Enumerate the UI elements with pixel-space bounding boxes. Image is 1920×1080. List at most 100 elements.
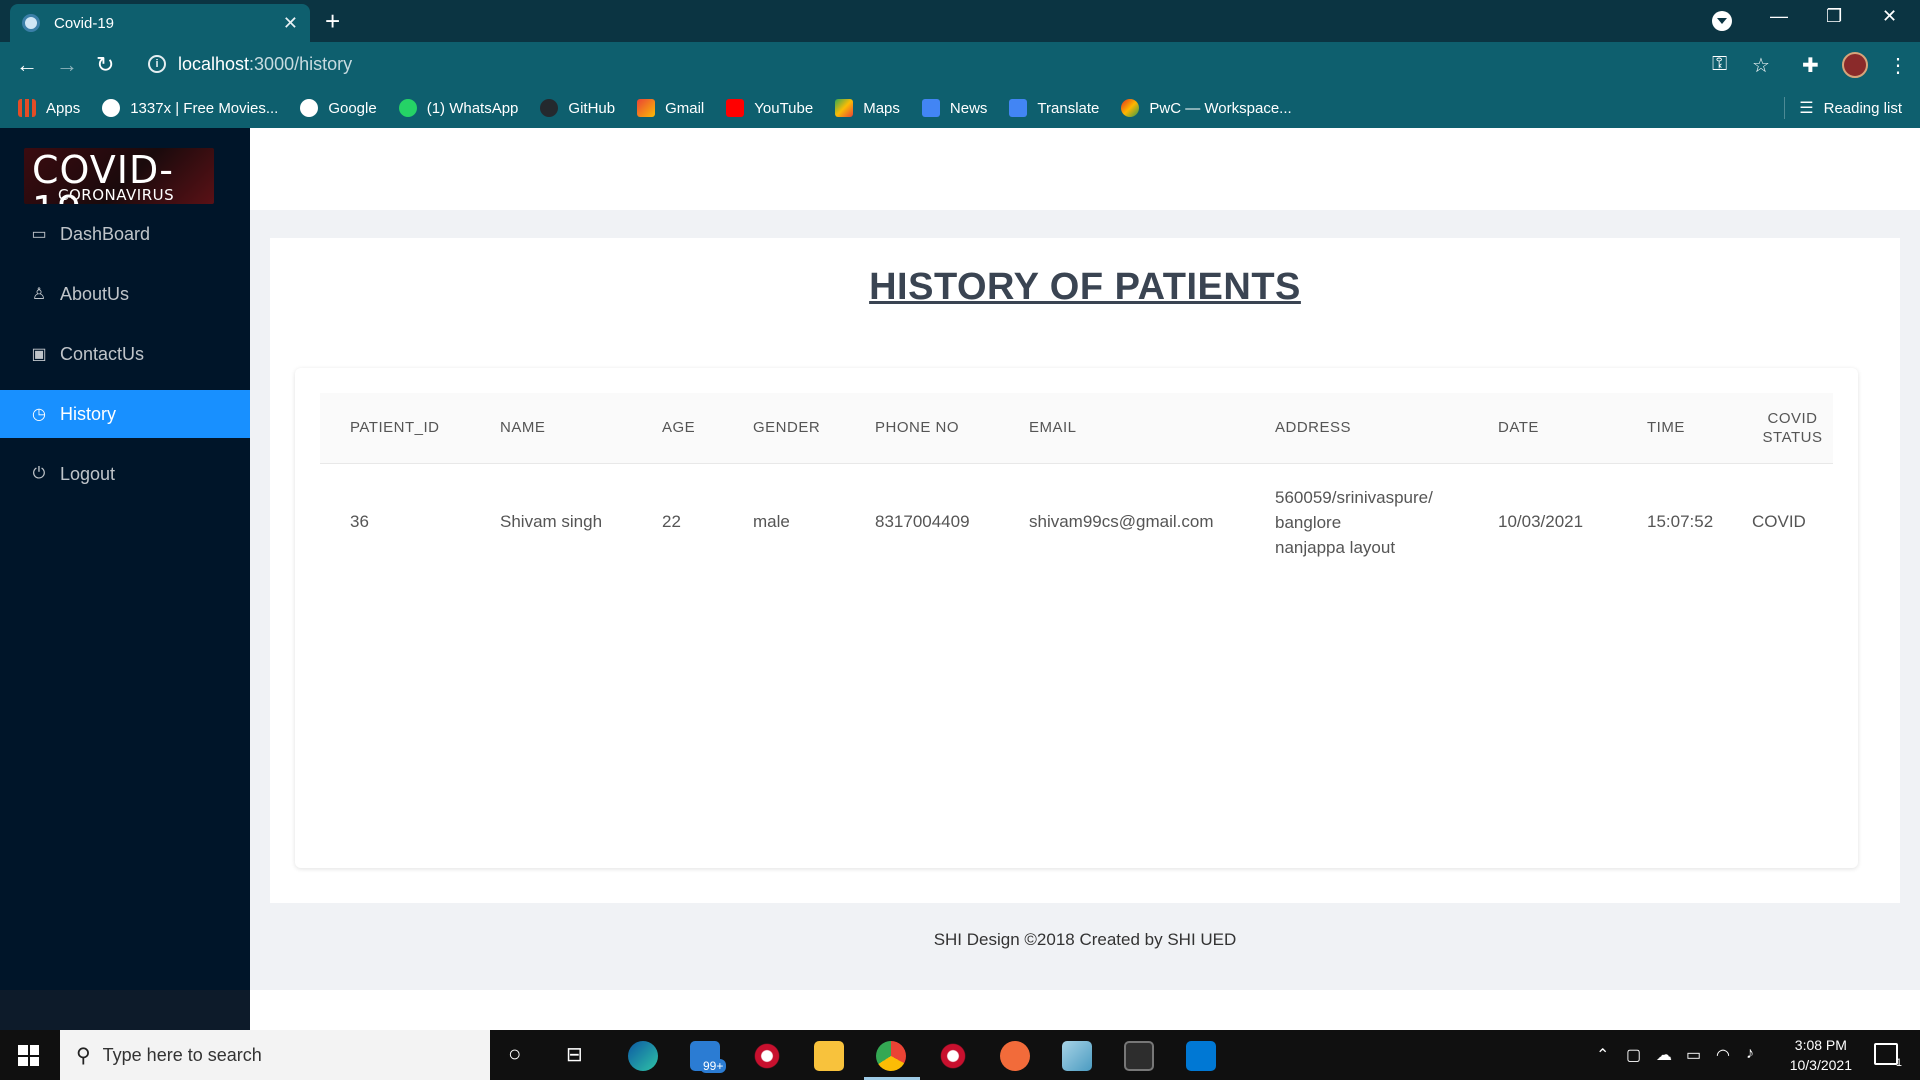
taskbar-search[interactable]: ⚲ Type here to search bbox=[60, 1030, 490, 1080]
column-header-age[interactable]: AGE bbox=[632, 393, 723, 463]
back-button[interactable]: ← bbox=[16, 52, 38, 78]
bookmark-github[interactable]: GitHub bbox=[540, 99, 615, 117]
table-header-row: PATIENT_ID NAME AGE GENDER PHONE NO EMAI… bbox=[320, 393, 1833, 463]
reload-button[interactable]: ↻ bbox=[96, 52, 114, 78]
patients-table: PATIENT_ID NAME AGE GENDER PHONE NO EMAI… bbox=[320, 393, 1833, 581]
whatsapp-icon bbox=[398, 99, 417, 117]
terminal-icon[interactable] bbox=[1124, 1041, 1154, 1071]
edge-icon[interactable] bbox=[628, 1041, 658, 1071]
cell-gender: male bbox=[753, 512, 790, 532]
bookmark-pwc[interactable]: PwC — Workspace... bbox=[1121, 99, 1292, 117]
bookmark-google[interactable]: Google bbox=[300, 99, 377, 117]
file-explorer-icon[interactable] bbox=[814, 1041, 844, 1071]
sidebar-trigger[interactable] bbox=[0, 990, 250, 1030]
bookmark-youtube[interactable]: YouTube bbox=[726, 99, 813, 117]
column-header-patient-id[interactable]: PATIENT_ID bbox=[320, 393, 470, 463]
cell-name: Shivam singh bbox=[500, 512, 603, 532]
bookmark-gmail[interactable]: Gmail bbox=[637, 99, 704, 117]
table-row[interactable]: 36 Shivam singh 22 male 8317004409 shiva… bbox=[320, 463, 1833, 581]
url-field[interactable]: localhost:3000/history bbox=[178, 54, 352, 75]
google-icon bbox=[300, 99, 319, 117]
taskbar-clock[interactable]: 3:08 PM 10/3/2021 bbox=[1790, 1035, 1852, 1075]
column-header-name[interactable]: NAME bbox=[470, 393, 632, 463]
bottom-strip bbox=[0, 990, 1920, 1030]
minimize-button[interactable]: — bbox=[1770, 6, 1788, 27]
cloud-icon[interactable]: ☁ bbox=[1656, 1045, 1672, 1065]
column-header-covid-status[interactable]: COVID STATUS bbox=[1742, 393, 1833, 463]
bookmark-maps[interactable]: Maps bbox=[835, 99, 900, 117]
clock-time: 3:08 PM bbox=[1794, 1037, 1847, 1053]
url-host: localhost bbox=[178, 54, 250, 74]
bookmark-star-icon[interactable]: ☆ bbox=[1752, 53, 1770, 78]
bookmark-whatsapp[interactable]: (1) WhatsApp bbox=[398, 99, 518, 117]
menu-icon[interactable]: ⋮ bbox=[1888, 53, 1908, 78]
bookmark-apps[interactable]: Apps bbox=[18, 99, 80, 117]
meet-now-icon[interactable]: ▢ bbox=[1626, 1045, 1641, 1065]
bookmark-translate[interactable]: Translate bbox=[1009, 99, 1099, 117]
new-tab-button[interactable]: + bbox=[325, 6, 340, 37]
profile-avatar[interactable] bbox=[1842, 52, 1868, 78]
sidebar: COVID-19 CORONAVIRUS ▭ DashBoard ♙ About… bbox=[0, 128, 250, 1030]
column-header-email[interactable]: EMAIL bbox=[999, 393, 1245, 463]
notepad-icon[interactable] bbox=[1062, 1041, 1092, 1071]
history-card: HISTORY OF PATIENTS PATIENT_ID NAME AGE … bbox=[270, 238, 1900, 903]
antivirus-2-icon[interactable] bbox=[938, 1041, 968, 1071]
chrome-icon[interactable] bbox=[876, 1041, 906, 1071]
extensions-icon[interactable]: ✚ bbox=[1802, 53, 1819, 78]
wifi-icon[interactable]: ◠ bbox=[1716, 1045, 1730, 1065]
windows-start-icon[interactable] bbox=[18, 1045, 39, 1066]
address-bar: ← → ↻ i localhost:3000/history ⚿ ☆ ✚ ⋮ bbox=[0, 42, 1920, 88]
cell-phone: 8317004409 bbox=[875, 512, 970, 532]
notification-count: 1 bbox=[1895, 1057, 1902, 1069]
covid-logo[interactable]: COVID-19 CORONAVIRUS bbox=[24, 148, 214, 204]
chevron-up-icon[interactable]: ⌃ bbox=[1596, 1045, 1609, 1065]
tab-search-icon[interactable] bbox=[1712, 11, 1732, 31]
search-icon: ⚲ bbox=[76, 1044, 91, 1067]
youtube-icon bbox=[726, 99, 745, 117]
sidebar-item-contactus[interactable]: ▣ ContactUs bbox=[0, 330, 250, 378]
column-header-time[interactable]: TIME bbox=[1617, 393, 1742, 463]
github-icon bbox=[540, 99, 559, 117]
cell-age: 22 bbox=[662, 512, 681, 532]
sidebar-item-aboutus[interactable]: ♙ AboutUs bbox=[0, 270, 250, 318]
key-icon[interactable]: ⚿ bbox=[1712, 53, 1727, 76]
bookmark-news[interactable]: News bbox=[921, 99, 987, 117]
column-header-address[interactable]: ADDRESS bbox=[1245, 393, 1468, 463]
logo-subtitle: CORONAVIRUS bbox=[58, 186, 175, 204]
column-header-date[interactable]: DATE bbox=[1468, 393, 1617, 463]
browser-tab[interactable]: Covid-19 ✕ bbox=[10, 4, 310, 42]
monitor-icon: ▭ bbox=[31, 226, 47, 243]
patients-table-container: PATIENT_ID NAME AGE GENDER PHONE NO EMAI… bbox=[295, 368, 1858, 868]
1337x-icon bbox=[102, 99, 121, 117]
clock-date: 10/3/2021 bbox=[1789, 1057, 1852, 1073]
bookmark-1337x[interactable]: 1337x | Free Movies... bbox=[102, 99, 278, 117]
reading-list-icon: ☰ bbox=[1799, 100, 1814, 117]
close-tab-icon[interactable]: ✕ bbox=[283, 13, 298, 34]
site-info-icon[interactable]: i bbox=[148, 55, 166, 73]
sidebar-item-history[interactable]: ◷ History bbox=[0, 390, 250, 438]
battery-icon[interactable]: ▭ bbox=[1686, 1045, 1701, 1065]
close-window-button[interactable]: ✕ bbox=[1882, 6, 1897, 27]
sidebar-item-logout[interactable]: ⏻ Logout bbox=[0, 450, 250, 498]
page-title: HISTORY OF PATIENTS bbox=[869, 266, 1301, 308]
column-header-phone[interactable]: PHONE NO bbox=[845, 393, 999, 463]
vscode-icon[interactable] bbox=[1186, 1041, 1216, 1071]
sidebar-item-dashboard[interactable]: ▭ DashBoard bbox=[0, 210, 250, 258]
tab-title: Covid-19 bbox=[54, 14, 115, 32]
volume-icon[interactable]: ♪ bbox=[1746, 1045, 1754, 1063]
forward-button[interactable]: → bbox=[56, 52, 78, 78]
page-footer: SHI Design ©2018 Created by SHI UED bbox=[933, 930, 1237, 949]
favicon-icon bbox=[22, 14, 40, 32]
task-view-icon[interactable]: ⊟ bbox=[566, 1042, 583, 1067]
divider bbox=[1784, 97, 1786, 119]
notification-center-icon[interactable]: 1 bbox=[1874, 1043, 1902, 1069]
column-header-gender[interactable]: GENDER bbox=[723, 393, 845, 463]
antivirus-icon[interactable] bbox=[752, 1041, 782, 1071]
restore-button[interactable]: ❐ bbox=[1826, 6, 1842, 27]
cell-time: 15:07:52 bbox=[1647, 512, 1714, 532]
cortana-icon[interactable]: ○ bbox=[508, 1041, 521, 1067]
postman-icon[interactable] bbox=[1000, 1041, 1030, 1071]
reading-list-button[interactable]: ☰ Reading list bbox=[1784, 88, 1902, 128]
translate-icon bbox=[1009, 99, 1028, 117]
mail-badge: 99+ bbox=[700, 1059, 727, 1073]
